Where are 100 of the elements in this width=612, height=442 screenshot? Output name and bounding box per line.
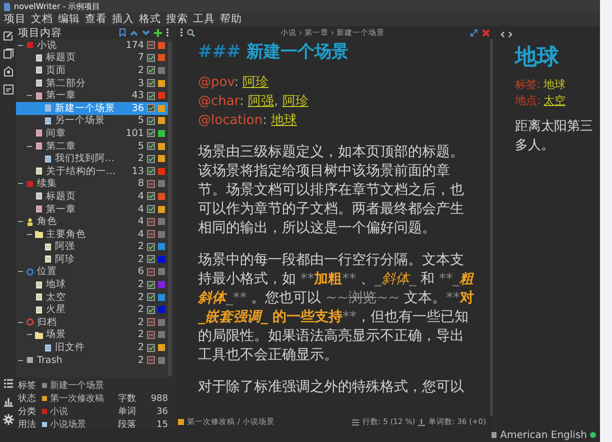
menu-item[interactable]: 编辑 [58, 12, 80, 26]
close-icon[interactable] [482, 28, 490, 36]
square-icon [26, 180, 34, 188]
menu-item[interactable]: 项目 [4, 12, 26, 26]
tree-item[interactable]: 太空 2 [16, 290, 168, 304]
bar-chart-icon[interactable] [2, 396, 14, 407]
word-count: 2 [136, 241, 144, 252]
move-down-icon[interactable] [142, 28, 150, 36]
item-label: 第一章 [46, 90, 76, 102]
tree-item[interactable]: 间章 101 [16, 127, 168, 140]
more-icon[interactable] [166, 28, 169, 37]
paragraph: 场景中的每一段都由一行空行分隔。文本支持最小格式，如 **加粗** 、_斜体_ 和 **_粗斜体_** 。您也可以 ~~浏览~~ 文本。**对 _嵌套强调_ 的一些支持**，但也有一些已知的局限性。如果语法高亮显示不正确，导出工具也不会正确显示。 [198, 251, 475, 365]
collapse-icon[interactable] [27, 93, 32, 98]
item-label: 位置 [37, 266, 57, 278]
menu-item[interactable]: 帮助 [220, 12, 242, 26]
word-count: 4 [136, 228, 144, 240]
tree-item[interactable]: 位置 6 [16, 266, 168, 278]
person-icon [26, 218, 34, 226]
document-icon[interactable] [2, 84, 14, 95]
tree-item[interactable]: 页面 2 [16, 64, 168, 77]
collapse-icon[interactable] [18, 181, 23, 186]
document-icon [44, 116, 52, 125]
stat-value: 988 [150, 394, 168, 404]
collapse-icon[interactable] [18, 42, 23, 48]
tree-item[interactable]: 标题页 7 [16, 52, 168, 64]
collapse-icon[interactable] [27, 144, 32, 149]
word-count: 2 [136, 329, 144, 340]
tree-item[interactable]: 第二部分 3 [16, 76, 168, 90]
menu-item[interactable]: 查看 [85, 12, 107, 26]
tree-item[interactable]: 第一章 4 [16, 202, 168, 216]
stat-value: 36 [156, 406, 168, 416]
tree-item[interactable]: 第一章 43 [16, 89, 168, 102]
list-icon[interactable] [2, 378, 14, 389]
tree-item[interactable]: 归档 2 [16, 316, 168, 329]
collapse-icon[interactable] [18, 219, 23, 224]
collapse-icon[interactable] [18, 269, 23, 274]
expand-icon[interactable] [470, 28, 478, 36]
tree-item[interactable]: 标题页 4 [16, 190, 168, 203]
word-count: 2 [136, 354, 144, 366]
tree-item[interactable]: 另一个场景 5 [16, 114, 168, 128]
document-icon [44, 255, 52, 264]
detail-value: 新建一个场景 [50, 380, 104, 392]
meta-link[interactable]: 太空 [544, 94, 566, 107]
menu-item[interactable]: 工具 [193, 12, 215, 26]
word-count: 5 [136, 140, 144, 152]
menu-item[interactable]: 格式 [139, 12, 161, 26]
tree-item[interactable]: 阿强 2 [16, 240, 168, 254]
tree-item[interactable]: 我们找到阿… 2 [16, 152, 168, 165]
word-count: 4 [136, 216, 144, 228]
item-label: 阿珍 [55, 254, 75, 265]
collapse-icon[interactable] [18, 358, 23, 363]
more-icon[interactable] [180, 28, 183, 37]
status-light [590, 432, 596, 438]
tree-item[interactable]: 续集 8 [16, 178, 168, 190]
word-count: 101 [124, 128, 144, 139]
menu-item[interactable]: 文档 [31, 12, 53, 26]
back-icon[interactable] [500, 31, 505, 38]
word-count: 7 [136, 52, 144, 64]
tree-item[interactable]: 第二章 5 [16, 140, 168, 152]
menu-item[interactable]: 搜索 [166, 12, 188, 26]
forward-icon[interactable] [508, 31, 513, 38]
body-text: 多人。 [515, 137, 555, 155]
bookmark-icon[interactable] [119, 28, 126, 37]
tree-item[interactable]: 场景 2 [16, 328, 168, 342]
tree-item[interactable]: 主要角色 4 [16, 228, 168, 240]
document-icon [35, 205, 43, 214]
edit-icon[interactable] [2, 30, 14, 41]
collapse-icon[interactable] [27, 332, 32, 338]
tree-item[interactable]: 火星 2 [16, 303, 168, 316]
document-title: 地球 [515, 44, 560, 72]
tree-item[interactable]: Trash 2 [16, 354, 168, 366]
lines-icon [352, 418, 360, 426]
detail-label: 分类 [18, 406, 37, 418]
menu-item[interactable]: 插入 [112, 12, 134, 26]
meta-line: @location: 地球 [198, 112, 298, 130]
tree-item[interactable]: 地球 2 [16, 278, 168, 291]
move-up-icon[interactable] [130, 28, 138, 36]
search-icon[interactable] [187, 28, 195, 36]
document-icon [44, 344, 52, 352]
pages-icon[interactable] [2, 48, 14, 59]
tree-item[interactable]: 阿珍 2 [16, 253, 168, 266]
item-label: 标题页 [46, 190, 76, 202]
item-label: 第二章 [46, 140, 76, 152]
document-icon [35, 306, 43, 314]
document-icon [35, 66, 43, 74]
heading-line: ### 新建一个场景 [198, 41, 350, 64]
text-icon [418, 418, 426, 426]
app-icon [3, 2, 11, 10]
tree-item[interactable]: 小说 174 [16, 39, 168, 52]
collapse-icon[interactable] [27, 232, 32, 237]
add-icon[interactable] [154, 28, 162, 36]
word-count: 8 [136, 178, 144, 190]
item-label: 标题页 [46, 52, 76, 64]
tree-item[interactable]: 角色 4 [16, 215, 168, 228]
tree-item[interactable]: 关于结构的一… 13 [16, 164, 168, 178]
settings-icon[interactable] [2, 414, 14, 425]
item-label: 火星 [46, 304, 66, 316]
tree-item[interactable]: 旧文件 2 [16, 341, 168, 354]
collapse-icon[interactable] [18, 320, 23, 325]
document-icon [35, 192, 43, 200]
